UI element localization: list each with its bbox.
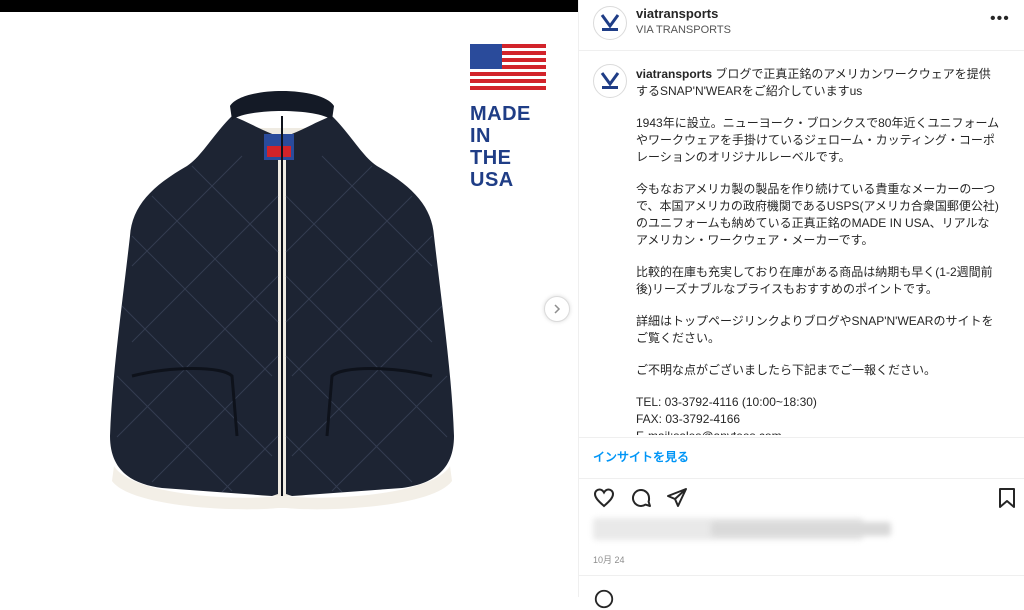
media-top-bar xyxy=(0,0,578,12)
caption-paragraph: ご不明な点がございましたら下記までご一報ください。 xyxy=(636,363,937,377)
post-media: MADE IN THE USA xyxy=(0,0,578,597)
via-logo-icon xyxy=(600,72,620,89)
more-options-button[interactable]: ••• xyxy=(990,11,1012,27)
made-in-usa-badge: MADE IN THE USA xyxy=(470,44,546,191)
caption-paragraph: 比較的在庫も充実しており在庫がある商品は納期も早く(1-2週間前後)リーズナブル… xyxy=(636,265,993,296)
post-caption: viatransports ブログで正真正銘のアメリカンワークウェアを提供するS… xyxy=(579,52,1024,435)
post-header: viatransports VIA TRANSPORTS ••• xyxy=(579,0,1024,51)
next-media-button[interactable] xyxy=(544,296,570,322)
share-icon[interactable] xyxy=(665,486,689,510)
avatar[interactable] xyxy=(593,64,627,98)
via-logo-icon xyxy=(600,14,620,31)
post-location[interactable]: VIA TRANSPORTS xyxy=(636,24,731,36)
insights-bar: インサイトを見る xyxy=(579,437,1024,479)
emoji-icon[interactable] xyxy=(593,588,615,610)
bookmark-icon[interactable] xyxy=(995,486,1019,510)
made-in-usa-text: MADE IN THE USA xyxy=(470,103,531,191)
post-date[interactable]: 10月 24 xyxy=(593,553,625,566)
post-username[interactable]: viatransports xyxy=(636,6,718,21)
caption-body: viatransports ブログで正真正銘のアメリカンワークウェアを提供するS… xyxy=(636,66,1001,435)
caption-intro: viatransports ブログで正真正銘のアメリカンワークウェアを提供するS… xyxy=(636,66,1001,100)
us-flag-icon xyxy=(470,44,546,90)
heart-icon[interactable] xyxy=(592,486,616,510)
vest-product-image xyxy=(110,91,454,510)
post-details-panel: viatransports VIA TRANSPORTS ••• viatran… xyxy=(579,0,1024,609)
caption-username[interactable]: viatransports xyxy=(636,67,712,81)
caption-paragraph: 今もなおアメリカ製の製品を作り続けている貴重なメーカーの一つで、本国アメリカの政… xyxy=(636,182,999,247)
caption-paragraph: 詳細はトップページリンクよりブログやSNAP'N'WEARのサイトをご覧ください… xyxy=(636,314,994,345)
comment-divider xyxy=(579,575,1024,576)
likes-summary-blurred xyxy=(711,522,891,536)
avatar[interactable] xyxy=(593,6,627,40)
chevron-right-icon xyxy=(554,304,561,314)
caption-contact: TEL: 03-3792-4116 (10:00~18:30) FAX: 03-… xyxy=(636,395,817,435)
caption-paragraph: 1943年に設立。ニューヨーク・ブロンクスで80年近くユニフォームやワークウェア… xyxy=(636,116,1000,164)
comment-icon[interactable] xyxy=(629,486,653,510)
post-actions xyxy=(579,484,1024,514)
view-insights-link[interactable]: インサイトを見る xyxy=(593,448,689,465)
